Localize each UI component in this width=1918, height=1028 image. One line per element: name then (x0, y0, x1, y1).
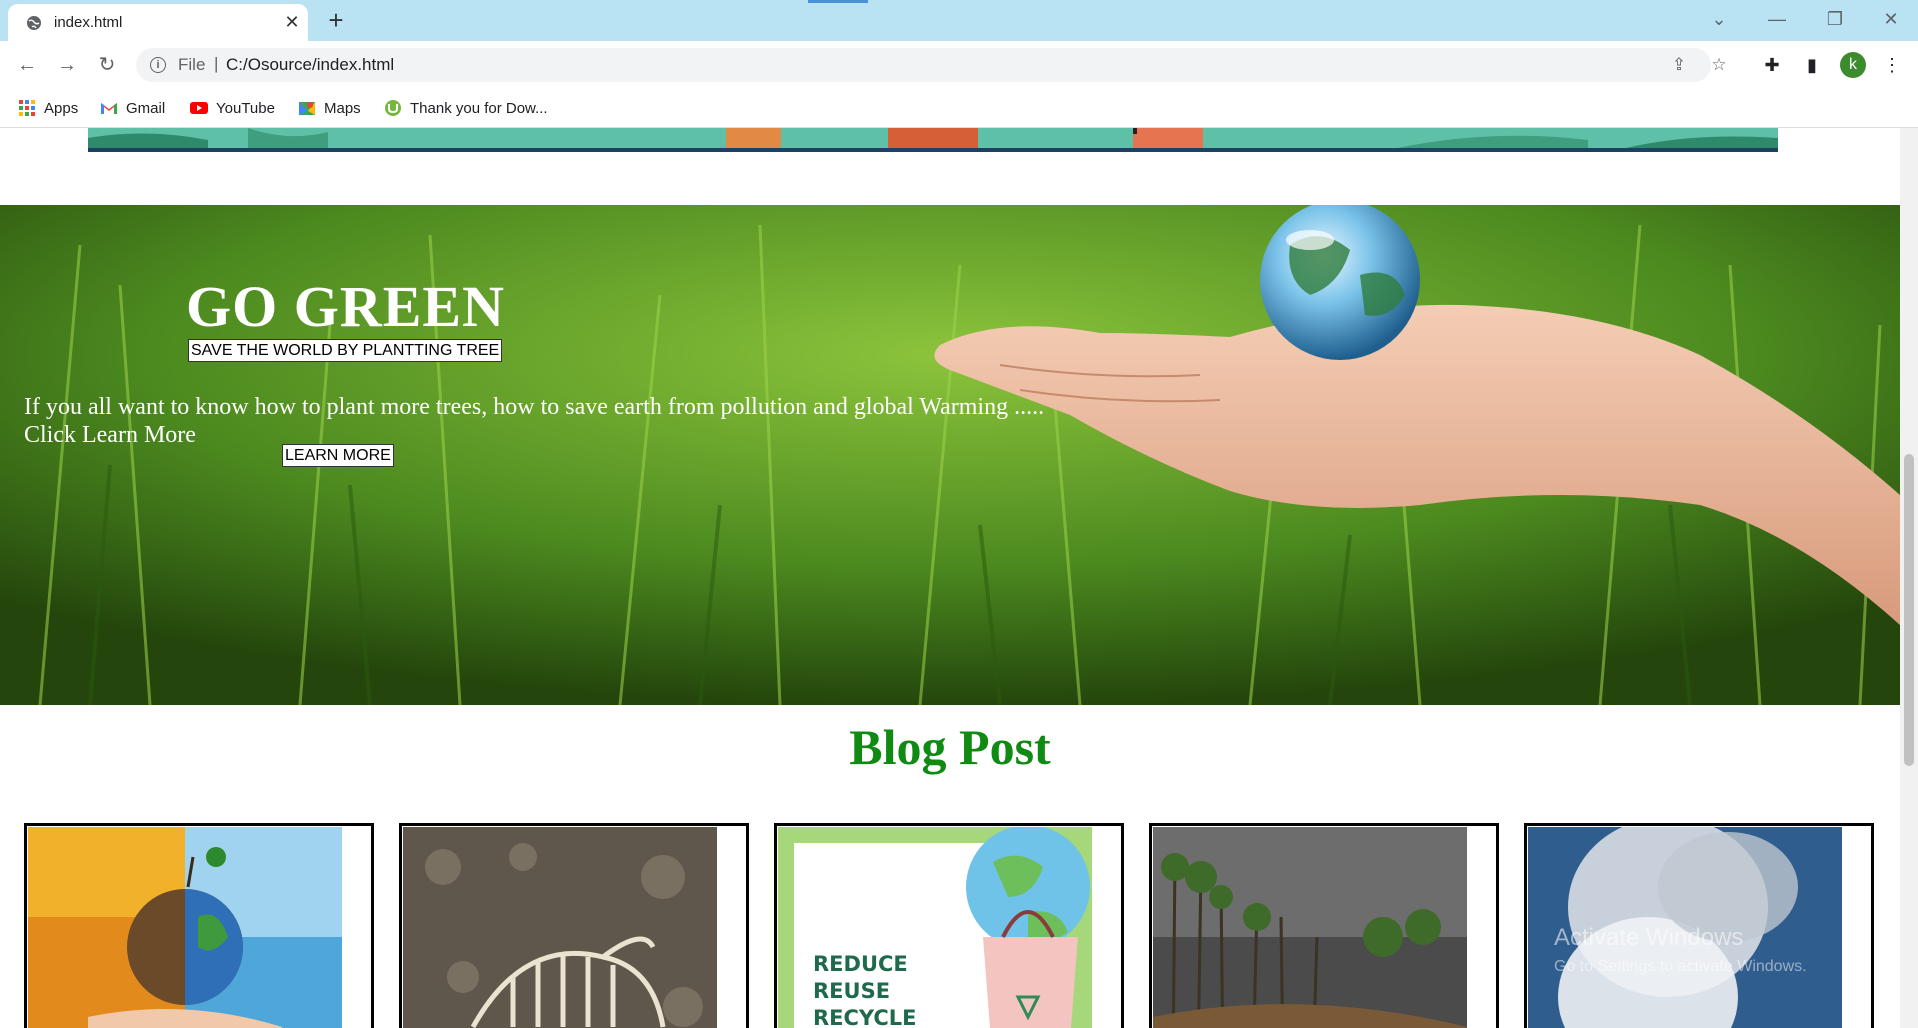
url-scheme: File (178, 55, 206, 74)
bookmark-star-icon[interactable]: ☆ (1708, 54, 1730, 76)
recycle-slogan: REDUCE REUSE RECYCLE (813, 951, 963, 1028)
bookmark-label: Gmail (126, 99, 166, 117)
page-viewport[interactable]: GO GREEN SAVE THE WORLD BY PLANTTING TRE… (0, 128, 1900, 1028)
tab-title: index.html (54, 14, 123, 31)
share-icon[interactable]: ⇪ (1668, 54, 1690, 76)
globe-icon (27, 16, 41, 30)
page-scrollbar[interactable] (1900, 128, 1918, 1028)
card-text: REDUCE REUSE RECYCLE (813, 952, 917, 1028)
tab-strip: index.html ✕ + ⌄ — ❐ ✕ (0, 0, 1918, 41)
hero-title: GO GREEN (186, 274, 505, 339)
blog-card[interactable] (399, 823, 749, 1028)
bookmark-label: Thank you for Dow... (410, 99, 548, 117)
bookmark-label: Apps (44, 99, 79, 117)
utorrent-icon (385, 100, 401, 116)
gmail-icon (101, 103, 117, 114)
tab-search-icon[interactable]: ⌄ (1702, 6, 1736, 32)
new-tab-icon[interactable]: + (322, 7, 350, 34)
banner-illustration (88, 128, 1778, 150)
blog-card[interactable] (1149, 823, 1499, 1028)
tab-strip-indicator (808, 0, 868, 3)
bookmark-utorrent[interactable]: Thank you for Dow... (384, 97, 548, 119)
bookmark-apps[interactable]: Apps (18, 97, 78, 119)
maps-icon (299, 102, 315, 115)
activate-windows-watermark: Activate Windows (1554, 924, 1744, 951)
hero-description: If you all want to know how to plant mor… (24, 393, 1124, 449)
close-window-icon[interactable]: ✕ (1874, 6, 1908, 32)
bookmark-youtube[interactable]: YouTube (190, 97, 275, 119)
restore-icon[interactable]: ❐ (1818, 6, 1852, 32)
blog-card[interactable]: REDUCE REUSE RECYCLE (774, 823, 1124, 1028)
hero-description-line2: Click Learn More (24, 422, 196, 448)
apps-grid-icon (19, 100, 35, 116)
hero-description-line1: If you all want to know how to plant mor… (24, 394, 1045, 420)
blog-heading: Blog Post (849, 719, 1051, 775)
youtube-icon (190, 102, 208, 114)
save-world-button[interactable]: SAVE THE WORLD BY PLANTTING TREE (188, 339, 503, 362)
side-panel-icon[interactable]: ▮ (1800, 53, 1824, 77)
browser-tab[interactable]: index.html ✕ (8, 4, 308, 41)
activate-windows-subtext: Go to Settings to activate Windows. (1554, 958, 1807, 975)
url-text[interactable]: C:/Osource/index.html (226, 55, 394, 75)
bookmark-maps[interactable]: Maps (298, 97, 361, 119)
extensions-icon[interactable]: ✚ (1760, 53, 1784, 77)
close-tab-icon[interactable]: ✕ (282, 12, 302, 32)
learn-more-button[interactable]: LEARN MORE (282, 444, 394, 467)
url-separator: | (214, 54, 219, 73)
forward-icon[interactable]: → (53, 51, 81, 79)
dinosaur-fossil-image (403, 827, 717, 1028)
back-icon[interactable]: ← (13, 51, 41, 79)
bookmark-label: Maps (324, 99, 361, 117)
minimize-icon[interactable]: — (1760, 6, 1794, 32)
profile-avatar[interactable]: k (1840, 52, 1866, 78)
menu-kebab-icon[interactable]: ⋮ (1880, 53, 1904, 77)
banner-baseline (88, 148, 1778, 152)
hero-section: GO GREEN SAVE THE WORLD BY PLANTTING TRE… (0, 205, 1900, 705)
bookmark-gmail[interactable]: Gmail (100, 97, 165, 119)
scrollbar-thumb[interactable] (1904, 454, 1914, 766)
bookmark-label: YouTube (216, 99, 275, 117)
address-bar[interactable]: i File | C:/Osource/index.html ⇪ ☆ (136, 48, 1727, 82)
site-info-icon[interactable]: i (150, 57, 166, 73)
earth-split-fire-water-image (28, 827, 342, 1028)
browser-toolbar: ← → ↻ i File | C:/Osource/index.html ⇪ ☆… (0, 41, 1918, 89)
reload-icon[interactable]: ↻ (93, 51, 121, 79)
deforestation-image (1153, 827, 1467, 1028)
bookmarks-bar: Apps Gmail YouTube Maps Thank you for Do… (0, 89, 1918, 128)
blog-card[interactable] (24, 823, 374, 1028)
top-illustration-banner (88, 128, 1778, 150)
